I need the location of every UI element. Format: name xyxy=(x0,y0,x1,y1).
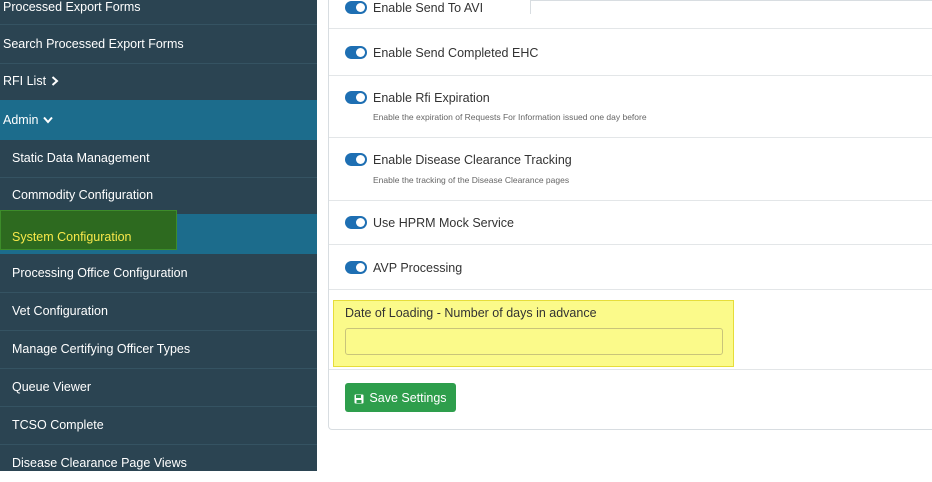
setting-label: Enable Disease Clearance Tracking xyxy=(373,153,572,167)
toggle-knob xyxy=(356,3,365,12)
sidebar-item-label: RFI List xyxy=(3,74,47,89)
sidebar-item-admin[interactable]: Admin xyxy=(0,100,317,140)
sidebar-item-tcso-complete[interactable]: TCSO Complete xyxy=(0,406,317,444)
sidebar-item-label: Commodity Configuration xyxy=(12,188,154,203)
setting-label: Enable Send Completed EHC xyxy=(373,46,539,60)
divider xyxy=(329,200,932,201)
sidebar-item-disease-clearance-page-views[interactable]: Disease Clearance Page Views xyxy=(0,444,317,482)
sidebar-item-label: Search Processed Export Forms xyxy=(3,36,184,51)
sidebar-item-label: Disease Clearance Page Views xyxy=(12,455,187,470)
divider xyxy=(329,75,932,76)
sidebar-item-label: Admin xyxy=(3,112,39,127)
sidebar-item-processed-export-forms[interactable]: Processed Export Forms xyxy=(0,0,317,14)
divider xyxy=(329,28,932,29)
setting-label: Use HPRM Mock Service xyxy=(373,216,514,230)
toggle-knob xyxy=(356,263,365,272)
sidebar-item-static-data-management[interactable]: Static Data Management xyxy=(0,140,317,177)
sidebar-item-search-processed-export-forms[interactable]: Search Processed Export Forms xyxy=(0,24,317,64)
setting-description: Enable the tracking of the Disease Clear… xyxy=(373,175,570,185)
sidebar: Processed Export Forms Search Processed … xyxy=(0,0,317,471)
sidebar-item-manage-certifying-officer-types[interactable]: Manage Certifying Officer Types xyxy=(0,330,317,368)
toggle-use-hprm-mock-service[interactable] xyxy=(345,216,367,229)
toggle-knob xyxy=(356,48,365,57)
save-settings-button[interactable]: Save Settings xyxy=(345,383,456,412)
date-of-loading-input[interactable] xyxy=(345,328,723,355)
toggle-knob xyxy=(356,155,365,164)
sidebar-item-vet-configuration[interactable]: Vet Configuration xyxy=(0,292,317,330)
sidebar-item-label: Queue Viewer xyxy=(12,379,91,394)
setting-label: AVP Processing xyxy=(373,261,463,275)
sidebar-item-label: Vet Configuration xyxy=(12,303,108,318)
toggle-enable-disease-clearance-tracking[interactable] xyxy=(345,153,367,166)
sidebar-item-system-configuration[interactable]: System Configuration xyxy=(12,230,132,244)
sidebar-item-label: Processing Office Configuration xyxy=(12,265,188,280)
chevron-down-icon xyxy=(43,114,54,126)
toggle-enable-send-to-avi[interactable] xyxy=(345,1,367,14)
toggle-enable-rfi-expiration[interactable] xyxy=(345,91,367,104)
divider xyxy=(329,244,932,245)
sidebar-item-rfi-list[interactable]: RFI List xyxy=(0,63,317,100)
toggle-avp-processing[interactable] xyxy=(345,261,367,274)
sidebar-item-queue-viewer[interactable]: Queue Viewer xyxy=(0,368,317,406)
divider xyxy=(329,137,932,138)
setting-description: Enable the expiration of Requests For In… xyxy=(373,112,647,122)
sidebar-item-commodity-configuration[interactable]: Commodity Configuration xyxy=(0,177,317,214)
date-of-loading-label: Date of Loading - Number of days in adva… xyxy=(345,306,597,320)
sidebar-item-label: Manage Certifying Officer Types xyxy=(12,341,191,356)
sidebar-item-processing-office-configuration[interactable]: Processing Office Configuration xyxy=(0,254,317,292)
toggle-knob xyxy=(356,218,365,227)
divider xyxy=(530,0,531,14)
divider xyxy=(329,289,932,290)
setting-label: Enable Rfi Expiration xyxy=(373,91,490,105)
toggle-enable-send-completed-ehc[interactable] xyxy=(345,46,367,59)
setting-label: Enable Send To AVI xyxy=(373,1,484,15)
sidebar-item-label: Processed Export Forms xyxy=(3,0,141,14)
divider xyxy=(530,0,932,1)
sidebar-item-label: Static Data Management xyxy=(12,151,150,166)
chevron-right-icon xyxy=(51,75,59,88)
save-icon xyxy=(354,393,364,403)
toggle-knob xyxy=(356,93,365,102)
divider xyxy=(329,369,932,370)
sidebar-item-label: TCSO Complete xyxy=(12,417,104,432)
save-settings-label: Save Settings xyxy=(369,390,447,405)
